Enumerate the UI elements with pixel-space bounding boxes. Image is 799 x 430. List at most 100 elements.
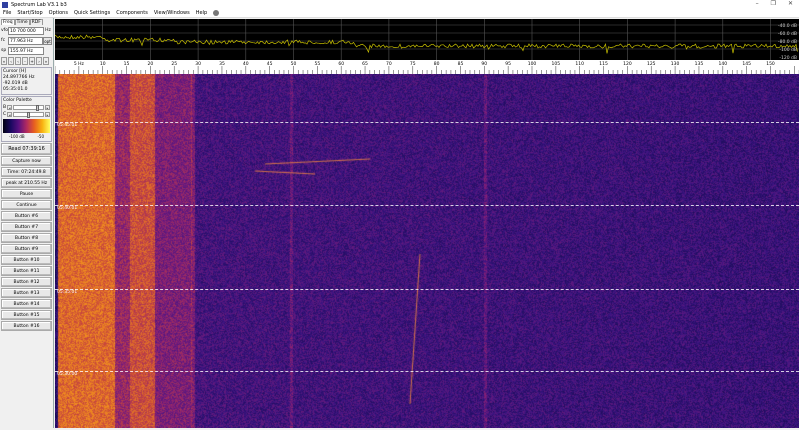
time-button[interactable]: Time: 07:24:49.8 (1, 167, 52, 177)
button-10[interactable]: Button #10 (1, 255, 52, 265)
control-panel: Freq Time RDF vfo 10 700 000 Hz fc 77.963 H… (0, 18, 54, 428)
button-9[interactable]: Button #9 (1, 244, 52, 254)
axis-label: 130 (671, 61, 680, 67)
spectrum-plot: -40.0 dB-60.0 dB-80.0 dB-100 dB-120 dB (54, 19, 799, 61)
zoom-in-button[interactable]: + (29, 57, 35, 65)
axis-label: 150 (766, 61, 775, 67)
button-12[interactable]: Button #12 (1, 277, 52, 287)
axis-label: 80 (434, 61, 440, 67)
axis-label: 45 (267, 61, 273, 67)
menu-quick-settings[interactable]: Quick Settings (74, 10, 110, 16)
opt-button[interactable]: opt (43, 36, 52, 45)
frequency-scale: 5 Hz 10 15 20 25 30 35 40 45 50 55 60 65 70 75 80 85 90 95… (54, 61, 799, 74)
axis-label: 10 (100, 61, 106, 67)
button-15[interactable]: Button #15 (1, 310, 52, 320)
menu-bar: File Start/Stop Options Quick Settings C… (0, 9, 799, 18)
axis-label: 70 (386, 61, 392, 67)
brightness-slider[interactable] (13, 105, 44, 111)
tab-time[interactable]: Time (14, 19, 30, 25)
pause-button[interactable]: Pause (1, 189, 52, 199)
continue-button[interactable]: Continue (1, 200, 52, 210)
shift-right-button[interactable]: › (36, 57, 42, 65)
maximize-button[interactable]: ❐ (771, 0, 776, 7)
color-palette: Color Palette B ◂ ▸ C ◂ ▸ -100 dB -50 (1, 96, 52, 142)
spectrum-trace (54, 34, 798, 54)
axis-label: 75 (410, 61, 416, 67)
db-label: -40.0 dB (778, 23, 797, 29)
brightness-right-arrow[interactable]: ▸ (45, 105, 50, 110)
shift-left-small-button[interactable]: ‹ (15, 57, 21, 65)
button-16[interactable]: Button #16 (1, 321, 52, 331)
cursor-info: Cursor [H] 24.897766 Hz -92.019 dB 05:35… (1, 67, 52, 95)
axis-label: 140 (719, 61, 728, 67)
waterfall-display[interactable]: 05:45:01 05:40:01 05:35:01 05:30:00 (55, 74, 799, 428)
menu-components[interactable]: Components (116, 10, 148, 16)
menu-file[interactable]: File (3, 10, 11, 16)
menu-help[interactable]: Help (196, 10, 207, 16)
db-label: -80.0 dB (778, 39, 797, 45)
axis-label: 65 (362, 61, 368, 67)
palette-max: -50 (37, 134, 44, 139)
vfo-label: vfo (1, 28, 9, 33)
button-8[interactable]: Button #8 (1, 233, 52, 243)
tab-freq[interactable]: Freq (1, 19, 15, 25)
axis-label: 5 Hz (74, 61, 85, 67)
axis-label: 100 (528, 61, 537, 67)
axis-label: 20 (148, 61, 154, 67)
axis-label: 110 (575, 61, 584, 67)
timestamp-label: 05:40:01 (57, 206, 78, 211)
button-11[interactable]: Button #11 (1, 266, 52, 276)
contrast-slider[interactable] (13, 112, 44, 118)
axis-label: 115 (599, 61, 608, 67)
time-marker-line (55, 122, 799, 123)
title-bar: Spectrum Lab V3.1 b3 – ❐ ✕ (0, 0, 799, 9)
button-13[interactable]: Button #13 (1, 288, 52, 298)
axis-label: 85 (458, 61, 464, 67)
tab-rdf[interactable]: RDF (29, 19, 43, 25)
axis-label: 40 (243, 61, 249, 67)
peak-button[interactable]: peak at 210.55 Hz (1, 178, 52, 188)
app-icon (2, 1, 8, 8)
brightness-left-arrow[interactable]: ◂ (7, 105, 13, 110)
db-label: -60.0 dB (778, 31, 797, 37)
axis-label: 125 (647, 61, 656, 67)
axis-label: 90 (481, 61, 487, 67)
zoom-out-button[interactable]: - (22, 57, 28, 65)
contrast-thumb[interactable] (27, 112, 31, 118)
shift-right-fast-button[interactable]: » (43, 57, 49, 65)
brightness-thumb[interactable] (35, 105, 39, 111)
time-marker-line (55, 289, 799, 290)
button-14[interactable]: Button #14 (1, 299, 52, 309)
axis-label: 55 (314, 61, 320, 67)
capture-now-button[interactable]: Capture now (1, 156, 52, 166)
minimize-button[interactable]: – (756, 0, 759, 7)
axis-label: 145 (742, 61, 751, 67)
menu-start-stop[interactable]: Start/Stop (17, 10, 42, 16)
button-7[interactable]: Button #7 (1, 222, 52, 232)
vfo-unit: Hz (45, 28, 51, 33)
brightness-label: B (3, 104, 7, 110)
shift-left-fast-button[interactable]: « (1, 57, 7, 65)
window-title: Spectrum Lab V3.1 b3 (11, 1, 67, 8)
contrast-left-arrow[interactable]: ◂ (7, 112, 13, 117)
axis-label: 30 (195, 61, 201, 67)
timestamp-label: 05:45:01 (57, 123, 78, 128)
fc-input[interactable]: 77.963 Hz (8, 36, 43, 45)
waterfall-canvas (55, 74, 799, 428)
axis-label: 120 (623, 61, 632, 67)
vfo-input[interactable]: 10 700 000 (8, 26, 44, 35)
menu-options[interactable]: Options (49, 10, 68, 16)
contrast-right-arrow[interactable]: ▸ (45, 112, 50, 117)
sp-input[interactable]: 155.97 Hz (8, 46, 44, 55)
db-label: -100 dB (779, 47, 797, 53)
spectrum-display[interactable]: -40.0 dB -60.0 dB -80.0 dB -100 dB -120 dB (54, 19, 799, 61)
close-button[interactable]: ✕ (788, 0, 793, 7)
button-6[interactable]: Button #6 (1, 211, 52, 221)
palette-min: -100 dB (9, 134, 25, 139)
shift-left-button[interactable]: ‹ (8, 57, 14, 65)
menu-view-windows[interactable]: View/Windows (154, 10, 190, 16)
frequency-axis[interactable]: 5 Hz 10 15 20 25 30 35 40 45 50 55 60 65 70 75 80 85 90 95… (54, 60, 799, 74)
fc-label: fc (1, 38, 6, 43)
read-button[interactable]: Read 07:39:16 (1, 143, 52, 155)
axis-label: 35 (219, 61, 225, 67)
